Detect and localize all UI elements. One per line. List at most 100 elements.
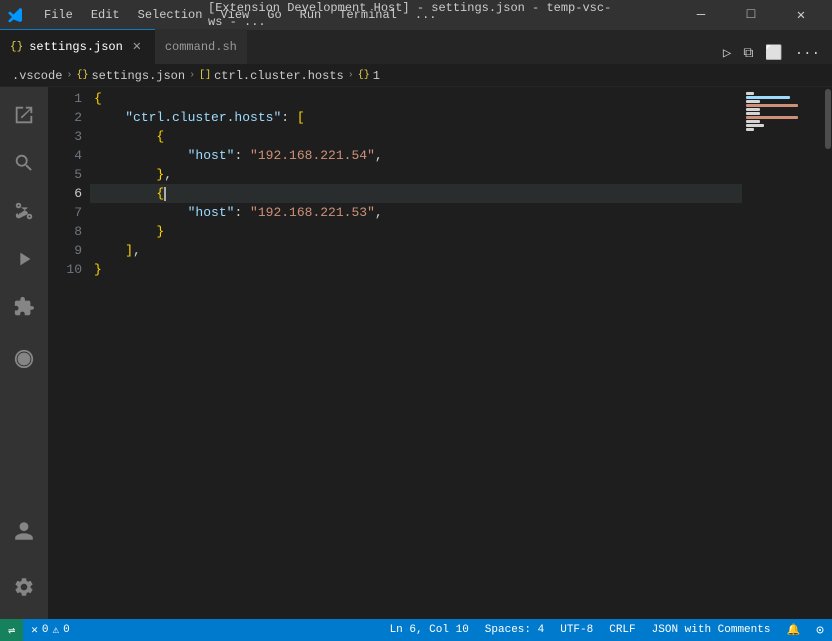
feedback-icon: 🔔 <box>786 623 800 637</box>
vertical-scrollbar[interactable] <box>824 87 832 619</box>
minimap-line <box>746 100 760 103</box>
warning-count: 0 <box>63 624 70 636</box>
code-line-1: { <box>90 89 742 108</box>
split-editor-icon[interactable]: ⧉ <box>739 44 757 64</box>
activity-accounts[interactable] <box>0 507 48 555</box>
line-num-10: 10 <box>48 260 82 279</box>
minimap-line <box>746 128 754 131</box>
code-line-7: "host": "192.168.221.53", <box>90 203 742 222</box>
toggle-panel-icon[interactable]: ⬜ <box>761 43 786 64</box>
tab-command-sh[interactable]: command.sh <box>155 29 247 64</box>
breadcrumb-sep-2: › <box>189 70 195 81</box>
close-button[interactable]: ✕ <box>778 0 824 30</box>
minimap-line <box>746 116 798 119</box>
activity-settings[interactable] <box>0 563 48 611</box>
code-line-5: }, <box>90 165 742 184</box>
breadcrumb-hosts-label: ctrl.cluster.hosts <box>214 69 344 83</box>
breadcrumb-sep-1: › <box>66 70 72 81</box>
brace-open-1: { <box>94 89 102 108</box>
tab-icon: {} <box>10 41 23 53</box>
title-bar-right: — □ ✕ <box>678 0 824 30</box>
breadcrumb-index-label: 1 <box>373 69 380 83</box>
line-num-3: 3 <box>48 127 82 146</box>
status-errors[interactable]: ✕ 0 ⚠ 0 <box>23 619 77 641</box>
status-spaces[interactable]: Spaces: 4 <box>477 619 552 641</box>
status-encoding[interactable]: UTF-8 <box>552 619 601 641</box>
editor[interactable]: 1 2 3 4 5 6 7 8 9 10 { "ctrl.cluster.h <box>48 87 832 619</box>
status-feedback[interactable]: 🔔 <box>778 619 808 641</box>
line-num-8: 8 <box>48 222 82 241</box>
code-line-4: "host": "192.168.221.54", <box>90 146 742 165</box>
vscode-logo-icon <box>8 7 24 23</box>
activity-source-control[interactable] <box>0 187 48 235</box>
language-label: JSON with Comments <box>652 624 771 636</box>
minimap-line <box>746 112 760 115</box>
menu-file[interactable]: File <box>36 6 81 24</box>
activity-extensions[interactable] <box>0 283 48 331</box>
line-num-6: 6 <box>48 184 82 203</box>
breadcrumb-sep-3: › <box>348 70 354 81</box>
minimap-line <box>746 108 760 111</box>
breadcrumb-settings-label: settings.json <box>91 69 185 83</box>
line-num-1: 1 <box>48 89 82 108</box>
code-content[interactable]: { "ctrl.cluster.hosts": [ { "host": "192… <box>90 87 742 619</box>
status-language[interactable]: JSON with Comments <box>644 619 779 641</box>
status-notifications[interactable]: ⊙ <box>808 619 832 641</box>
line-ending-label: CRLF <box>609 624 635 636</box>
minimize-button[interactable]: — <box>678 0 724 30</box>
minimap-line <box>746 104 798 107</box>
menu-edit[interactable]: Edit <box>83 6 128 24</box>
status-bar: ⇌ ✕ 0 ⚠ 0 Ln 6, Col 10 Spaces: 4 UTF-8 C… <box>0 619 832 641</box>
window-title: [Extension Development Host] - settings.… <box>208 1 624 29</box>
breadcrumb-index-icon: {} <box>358 70 370 81</box>
line-col-label: Ln 6, Col 10 <box>390 624 469 636</box>
activity-explorer[interactable] <box>0 91 48 139</box>
minimap-content <box>742 87 824 131</box>
code-line-2: "ctrl.cluster.hosts": [ <box>90 108 742 127</box>
tab-close-icon[interactable]: ✕ <box>129 39 145 55</box>
code-line-6: { <box>90 184 742 203</box>
line-num-5: 5 <box>48 165 82 184</box>
text-cursor <box>164 187 166 201</box>
tab-bar: {} settings.json ✕ command.sh ▷ ⧉ ⬜ ··· <box>0 30 832 65</box>
tab-label: command.sh <box>165 40 237 54</box>
breadcrumb-vscode[interactable]: .vscode <box>12 69 62 83</box>
activity-remote[interactable] <box>0 335 48 383</box>
minimap-line <box>746 92 754 95</box>
encoding-label: UTF-8 <box>560 624 593 636</box>
scrollbar-thumb[interactable] <box>825 89 831 149</box>
menu-selection[interactable]: Selection <box>130 6 211 24</box>
status-line-col[interactable]: Ln 6, Col 10 <box>382 619 477 641</box>
breadcrumb-vscode-label: .vscode <box>12 69 62 83</box>
title-bar: File Edit Selection View Go Run Terminal… <box>0 0 832 30</box>
tab-settings-json[interactable]: {} settings.json ✕ <box>0 29 155 64</box>
status-remote[interactable]: ⇌ <box>0 619 23 641</box>
main-area: 1 2 3 4 5 6 7 8 9 10 { "ctrl.cluster.h <box>0 87 832 619</box>
line-num-4: 4 <box>48 146 82 165</box>
status-line-ending[interactable]: CRLF <box>601 619 643 641</box>
minimap-line <box>746 120 760 123</box>
spaces-label: Spaces: 4 <box>485 624 544 636</box>
breadcrumb-hosts-icon: [] <box>199 70 211 81</box>
breadcrumb-settings[interactable]: {} settings.json <box>76 69 185 83</box>
code-line-8: } <box>90 222 742 241</box>
breadcrumb: .vscode › {} settings.json › [] ctrl.clu… <box>0 65 832 87</box>
activity-run[interactable] <box>0 235 48 283</box>
minimap <box>742 87 824 619</box>
code-line-9: ], <box>90 241 742 260</box>
line-num-2: 2 <box>48 108 82 127</box>
status-right: Ln 6, Col 10 Spaces: 4 UTF-8 CRLF JSON w… <box>382 619 832 641</box>
notifications-icon: ⊙ <box>816 623 824 638</box>
code-line-3: { <box>90 127 742 146</box>
breadcrumb-hosts[interactable]: [] ctrl.cluster.hosts <box>199 69 344 83</box>
activity-search[interactable] <box>0 139 48 187</box>
remote-icon: ⇌ <box>8 623 15 638</box>
code-line-10: } <box>90 260 742 279</box>
more-actions-icon[interactable]: ··· <box>791 44 824 64</box>
activity-bar <box>0 87 48 619</box>
maximize-button[interactable]: □ <box>728 0 774 30</box>
breadcrumb-index[interactable]: {} 1 <box>358 69 380 83</box>
run-icon[interactable]: ▷ <box>719 43 735 64</box>
error-icon: ✕ <box>31 623 38 637</box>
warning-icon: ⚠ <box>52 623 59 637</box>
